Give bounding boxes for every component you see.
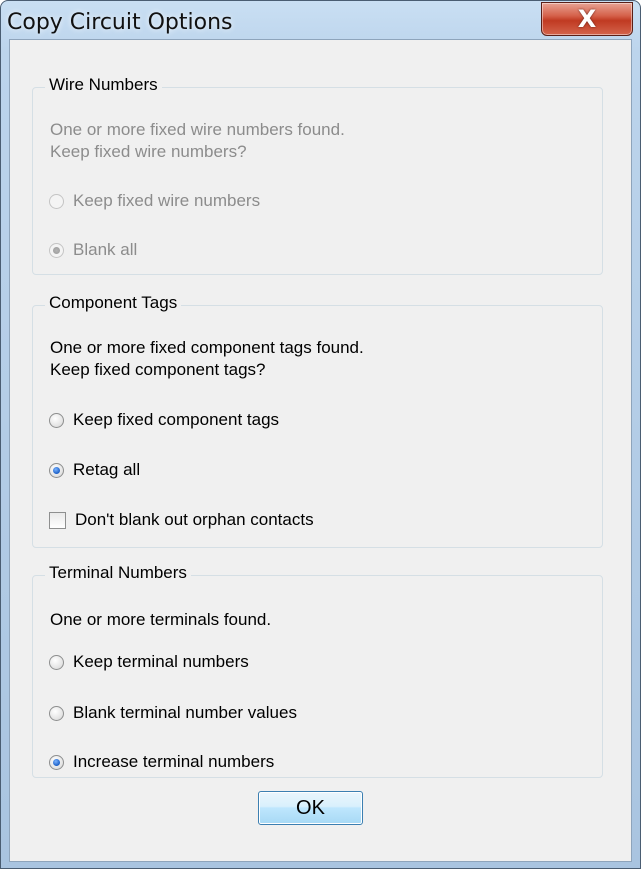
- radio-label: Keep fixed wire numbers: [73, 191, 261, 210]
- radio-label: Blank terminal number values: [73, 703, 297, 722]
- radio-label: Retag all: [73, 460, 141, 479]
- radio-label: Increase terminal numbers: [73, 752, 275, 771]
- checkbox-dont-blank-orphan-contacts[interactable]: Don't blank out orphan contacts: [49, 509, 314, 531]
- radio-label: Keep terminal numbers: [73, 652, 249, 671]
- radio-button-icon[interactable]: [49, 412, 64, 428]
- wire-numbers-message-line2: Keep fixed wire numbers?: [50, 142, 247, 161]
- ok-button[interactable]: OK: [258, 791, 363, 825]
- group-wire-numbers: Wire Numbers One or more fixed wire numb…: [32, 75, 603, 275]
- wire-numbers-message-line1: One or more fixed wire numbers found.: [50, 120, 345, 139]
- group-title-terminal-numbers: Terminal Numbers: [45, 563, 191, 583]
- close-icon: X: [577, 5, 597, 33]
- close-button[interactable]: X: [541, 2, 633, 36]
- radio-blank-all[interactable]: Blank all: [49, 239, 137, 261]
- window-title: Copy Circuit Options: [7, 10, 233, 35]
- radio-button-icon[interactable]: [49, 705, 64, 721]
- radio-increase-terminal-numbers[interactable]: Increase terminal numbers: [49, 751, 274, 773]
- radio-label: Keep fixed component tags: [73, 410, 280, 429]
- radio-keep-fixed-component-tags[interactable]: Keep fixed component tags: [49, 409, 279, 431]
- checkbox-icon[interactable]: [49, 511, 66, 529]
- radio-button-selected-icon[interactable]: [49, 754, 64, 770]
- terminal-numbers-message: One or more terminals found.: [50, 610, 272, 629]
- component-tags-message-line1: One or more fixed component tags found.: [50, 338, 364, 357]
- radio-keep-terminal-numbers[interactable]: Keep terminal numbers: [49, 651, 249, 673]
- group-title-wire-numbers: Wire Numbers: [45, 75, 162, 95]
- radio-button-selected-icon[interactable]: [49, 242, 64, 258]
- radio-keep-fixed-wire-numbers[interactable]: Keep fixed wire numbers: [49, 190, 260, 212]
- radio-button-icon[interactable]: [49, 654, 64, 670]
- radio-blank-terminal-number-values[interactable]: Blank terminal number values: [49, 702, 297, 724]
- checkbox-label: Don't blank out orphan contacts: [75, 510, 314, 529]
- group-title-component-tags: Component Tags: [45, 293, 182, 313]
- dialog-window: Copy Circuit Options X Wire Numbers One …: [0, 0, 641, 869]
- title-bar[interactable]: Copy Circuit Options X: [1, 1, 640, 39]
- radio-retag-all[interactable]: Retag all: [49, 459, 140, 481]
- radio-label: Blank all: [73, 240, 138, 259]
- radio-button-selected-icon[interactable]: [49, 462, 64, 478]
- component-tags-message-line2: Keep fixed component tags?: [50, 360, 266, 379]
- radio-button-icon[interactable]: [49, 193, 64, 209]
- group-component-tags: Component Tags One or more fixed compone…: [32, 293, 603, 548]
- group-terminal-numbers: Terminal Numbers One or more terminals f…: [32, 563, 603, 778]
